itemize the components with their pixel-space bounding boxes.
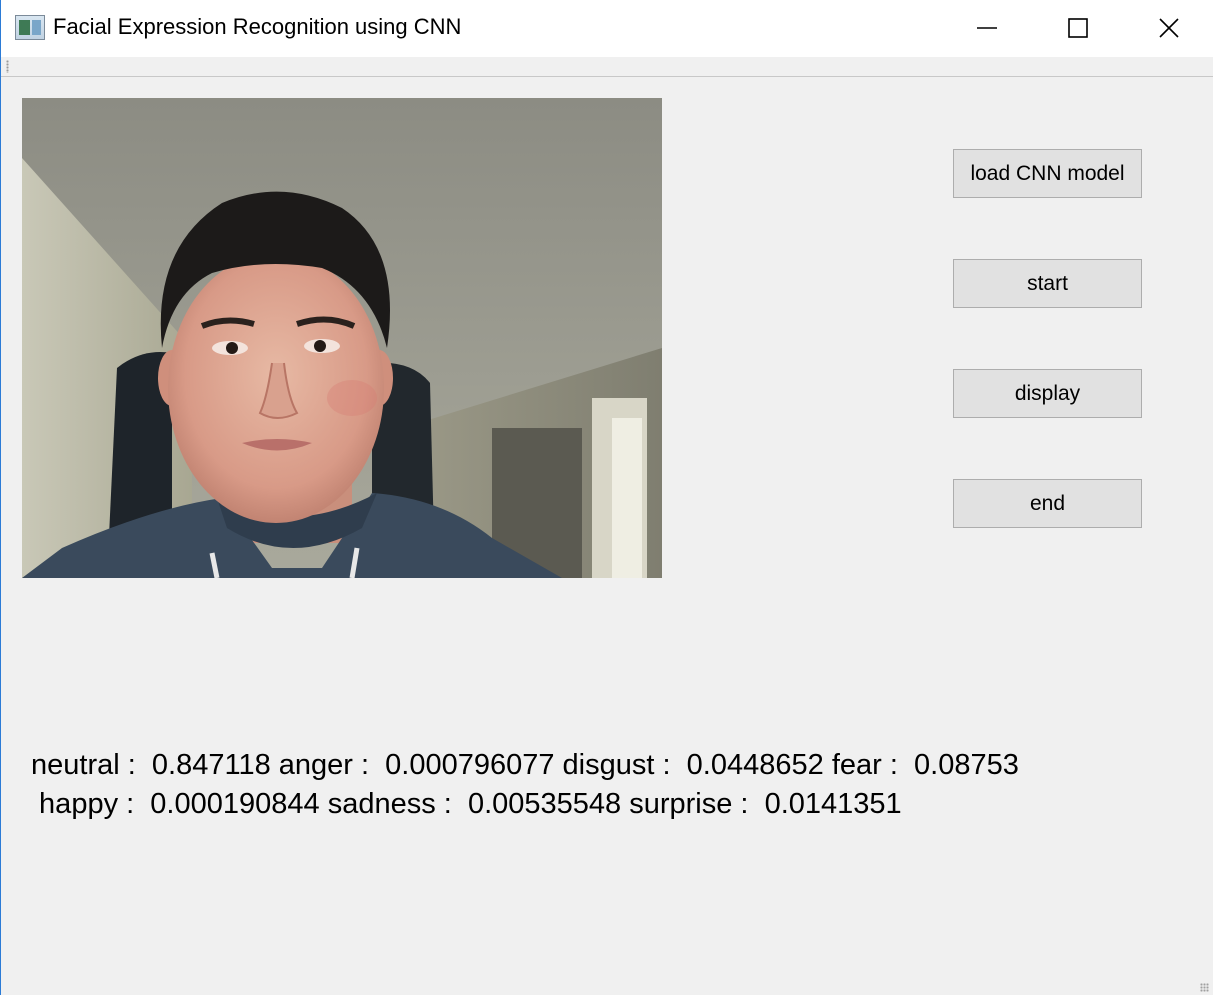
maximize-button[interactable]	[1032, 0, 1124, 57]
results-line-2: happy : 0.000190844 sadness : 0.00535548…	[31, 788, 902, 820]
camera-video-frame	[22, 98, 662, 578]
results-line-1: neutral : 0.847118 anger : 0.000796077 d…	[31, 749, 1019, 781]
app-window: Facial Expression Recognition using CNN	[0, 0, 1213, 995]
expression-results: neutral : 0.847118 anger : 0.000796077 d…	[31, 746, 1019, 824]
title-bar[interactable]: Facial Expression Recognition using CNN	[1, 0, 1213, 57]
minimize-icon	[977, 27, 997, 29]
toolbar-grip[interactable]	[6, 60, 9, 73]
start-button[interactable]: start	[953, 259, 1142, 308]
end-button[interactable]: end	[953, 479, 1142, 528]
toolbar-strip	[1, 57, 1213, 77]
app-window-icon[interactable]	[15, 15, 45, 40]
close-icon	[1159, 18, 1179, 38]
webcam-image	[22, 98, 662, 578]
load-cnn-model-button[interactable]: load CNN model	[953, 149, 1142, 198]
close-button[interactable]	[1123, 0, 1213, 57]
minimize-button[interactable]	[941, 0, 1033, 57]
maximize-icon	[1068, 18, 1088, 38]
window-title: Facial Expression Recognition using CNN	[53, 14, 462, 39]
display-button[interactable]: display	[953, 369, 1142, 418]
resize-grip[interactable]	[1200, 983, 1209, 992]
